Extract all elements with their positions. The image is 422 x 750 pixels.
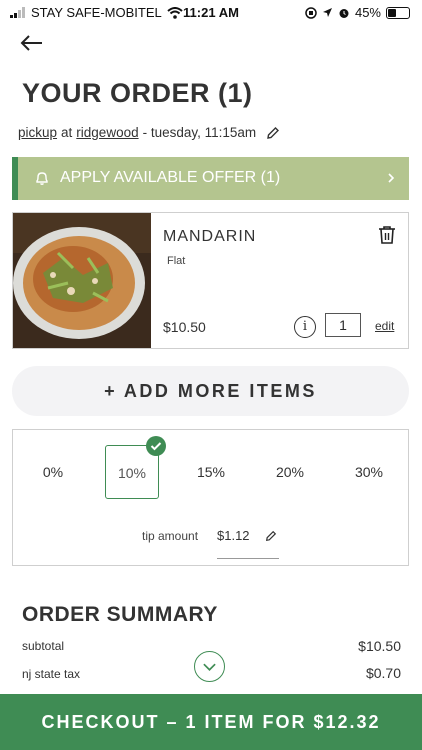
page-title: YOUR ORDER (1) (22, 78, 253, 108)
info-icon[interactable]: i (294, 316, 316, 338)
battery-percent: 45% (354, 5, 381, 20)
tip-selector: 0% 10% 15% 20% 30% tip amount $1.12 (12, 429, 409, 566)
order-meta: pickup at ridgewood - tuesday, 11:15am (18, 125, 280, 140)
apply-offer-button[interactable]: APPLY AVAILABLE OFFER (1) (12, 157, 409, 200)
chevron-right-icon (388, 173, 395, 183)
tip-option[interactable]: 30% (344, 447, 394, 497)
battery-icon (386, 6, 410, 19)
order-meta-at: at (61, 125, 73, 140)
tip-amount-value[interactable]: $1.12 (217, 528, 250, 543)
tip-amount-label: tip amount (142, 529, 199, 543)
item-name: MANDARIN (163, 228, 257, 245)
checkmark-icon (146, 436, 166, 456)
add-more-items-button[interactable]: + ADD MORE ITEMS (12, 366, 409, 416)
tip-option[interactable]: 0% (28, 447, 78, 497)
status-bar: STAY SAFE-MOBITEL 11:21 AM 45% (0, 0, 422, 26)
item-variant: Flat (167, 255, 186, 267)
offer-label: APPLY AVAILABLE OFFER (1) (60, 169, 281, 186)
trash-icon[interactable] (378, 225, 396, 245)
checkout-button[interactable]: CHECKOUT – 1 ITEM FOR $12.32 (0, 694, 422, 750)
tip-amount-underline (217, 558, 279, 559)
edit-schedule-icon[interactable] (266, 126, 280, 140)
tax-label: nj state tax (22, 667, 81, 681)
location-icon (322, 8, 332, 17)
rotation-lock-icon (305, 6, 317, 19)
tip-option[interactable]: 15% (186, 447, 236, 497)
tip-option[interactable]: 20% (265, 447, 315, 497)
back-arrow-icon[interactable] (18, 32, 46, 54)
item-price: $10.50 (163, 319, 206, 335)
location-link[interactable]: ridgewood (76, 125, 138, 140)
quantity-field[interactable]: 1 (325, 313, 361, 337)
order-schedule: - tuesday, 11:15am (142, 125, 257, 140)
item-image (13, 213, 151, 348)
edit-item-link[interactable]: edit (375, 319, 394, 333)
bell-icon (36, 172, 48, 185)
subtotal-value: $10.50 (358, 638, 401, 654)
cart-item-card: MANDARIN Flat $10.50 i 1 edit (12, 212, 409, 349)
edit-tip-icon[interactable] (265, 530, 277, 542)
alarm-icon (339, 8, 349, 18)
expand-summary-icon[interactable] (194, 651, 225, 682)
subtotal-label: subtotal (22, 639, 65, 653)
order-summary-title: ORDER SUMMARY (22, 603, 218, 626)
tax-value: $0.70 (365, 665, 401, 681)
order-mode-link[interactable]: pickup (18, 125, 57, 140)
